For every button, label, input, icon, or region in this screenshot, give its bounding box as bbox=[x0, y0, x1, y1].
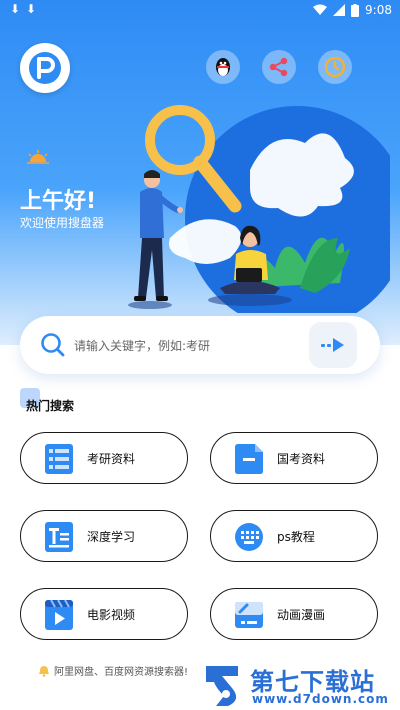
watermark-logo-icon bbox=[206, 666, 238, 706]
footer-note-text: 阿里网盘、百度网资源搜索器! bbox=[54, 667, 189, 678]
search-icon bbox=[41, 333, 65, 357]
download-notification-icon: ⬇⬇ bbox=[10, 2, 43, 16]
category-label: 电影视频 bbox=[87, 608, 136, 622]
category-label: 深度学习 bbox=[87, 530, 136, 544]
hero-banner: ⬇⬇ 9:08 上午好! 欢迎使用搜盘器 bbox=[0, 0, 400, 345]
category-label: ps教程 bbox=[277, 530, 315, 544]
category-card-video[interactable]: 电影视频 bbox=[20, 588, 188, 640]
history-button[interactable] bbox=[318, 50, 352, 84]
file-doc-icon bbox=[235, 444, 263, 474]
status-bar: ⬇⬇ 9:08 bbox=[0, 0, 400, 22]
send-arrow-icon bbox=[321, 338, 344, 352]
share-icon bbox=[269, 57, 288, 77]
share-button[interactable] bbox=[262, 50, 296, 84]
text-doc-icon bbox=[45, 522, 73, 552]
category-card-ps-tutorial[interactable]: ps教程 bbox=[210, 510, 378, 562]
logo-p-icon bbox=[29, 52, 61, 84]
category-card-deep-learning[interactable]: 深度学习 bbox=[20, 510, 188, 562]
greeting-text: 上午好! bbox=[20, 189, 97, 214]
watermark: 第七下载站 www.d7down.com bbox=[198, 660, 394, 710]
qq-penguin-icon bbox=[216, 58, 230, 76]
search-input[interactable] bbox=[72, 333, 316, 359]
video-icon bbox=[45, 600, 73, 630]
category-card-guokao[interactable]: 国考资料 bbox=[210, 432, 378, 484]
footer-note: 阿里网盘、百度网资源搜索器! bbox=[38, 663, 188, 678]
category-label: 动画漫画 bbox=[277, 608, 326, 622]
hero-illustration bbox=[128, 105, 390, 313]
category-card-kaoyan[interactable]: 考研资料 bbox=[20, 432, 188, 484]
battery-icon bbox=[351, 3, 360, 17]
wifi-icon bbox=[313, 4, 328, 15]
status-time: 9:08 bbox=[365, 3, 392, 17]
list-doc-icon bbox=[45, 444, 73, 474]
comic-icon bbox=[235, 602, 263, 628]
search-bar bbox=[20, 316, 380, 374]
search-submit-button[interactable] bbox=[309, 322, 357, 368]
signal-icon bbox=[333, 4, 346, 16]
category-label: 考研资料 bbox=[87, 452, 136, 466]
clock-icon bbox=[324, 56, 346, 78]
bell-icon bbox=[39, 665, 49, 677]
hot-search-title: 热门搜索 bbox=[26, 399, 75, 413]
watermark-url: www.d7down.com bbox=[252, 692, 389, 706]
category-label: 国考资料 bbox=[277, 452, 326, 466]
qq-button[interactable] bbox=[206, 50, 240, 84]
app-logo bbox=[20, 43, 70, 93]
keyboard-icon bbox=[235, 523, 263, 551]
welcome-text: 欢迎使用搜盘器 bbox=[20, 216, 105, 230]
sunrise-icon bbox=[27, 150, 49, 164]
category-card-comic[interactable]: 动画漫画 bbox=[210, 588, 378, 640]
